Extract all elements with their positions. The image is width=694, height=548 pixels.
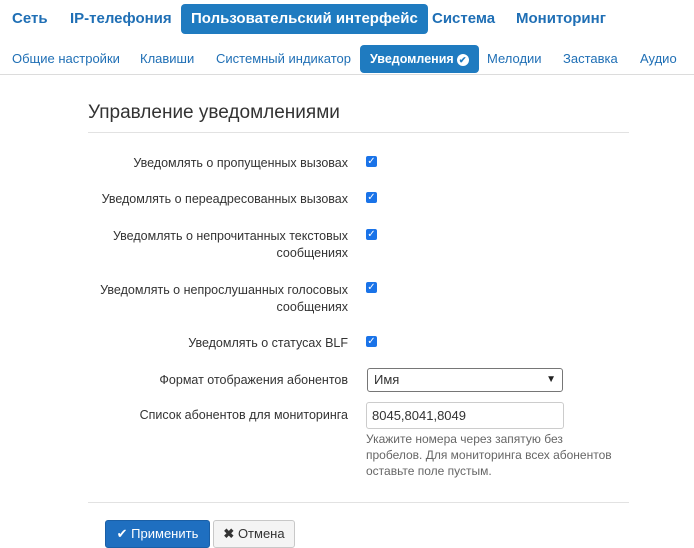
title-divider	[88, 132, 629, 133]
chevron-down-icon: ▼	[546, 374, 556, 385]
notify-missed-checkbox[interactable]: ✓	[366, 156, 377, 167]
notify-unheard-voice-checkbox[interactable]: ✓	[366, 282, 377, 293]
apply-button-label: Применить	[131, 526, 199, 541]
monitor-list-help-line2: пробелов. Для мониторинга всех абонентов	[366, 448, 612, 462]
notify-unread-sms-checkbox[interactable]: ✓	[366, 229, 377, 240]
cancel-button[interactable]: ✖ Отмена	[213, 520, 295, 548]
top-nav-system[interactable]: Система	[432, 4, 495, 34]
top-nav-ip-telephony[interactable]: IP-телефония	[70, 4, 172, 34]
apply-button[interactable]: ✔ Применить	[105, 520, 210, 548]
notify-unheard-voice-label-line2: сообщениях	[276, 300, 348, 314]
top-nav-monitoring[interactable]: Мониторинг	[516, 4, 606, 34]
form-divider	[88, 502, 629, 503]
monitor-list-help-line3: оставьте поле пустым.	[366, 464, 492, 478]
notify-forwarded-checkbox[interactable]: ✓	[366, 192, 377, 203]
display-format-value: Имя	[374, 372, 400, 387]
tab-notifications[interactable]: Уведомления ✔	[360, 45, 479, 73]
notify-blf-checkbox[interactable]: ✓	[366, 336, 377, 347]
sub-nav: Общие настройки Клавиши Системный индика…	[0, 44, 694, 75]
top-nav-network[interactable]: Сеть	[12, 4, 48, 34]
tab-system-indicator[interactable]: Системный индикатор	[216, 45, 351, 73]
close-icon: ✖	[223, 526, 235, 541]
notify-unread-sms-label-line1: Уведомлять о непрочитанных текстовых	[112, 229, 348, 243]
notify-unread-sms-label: Уведомлять о непрочитанных текстовых соо…	[113, 228, 348, 262]
monitor-list-label: Список абонентов для мониторинга	[139, 408, 348, 422]
monitor-list-input[interactable]: 8045,8041,8049	[366, 402, 564, 429]
check-icon: ✔	[116, 526, 128, 541]
monitor-list-help: Укажите номера через запятую без пробело…	[366, 431, 636, 479]
check-circle-icon: ✔	[456, 53, 469, 66]
notify-blf-label: Уведомлять о статусах BLF	[188, 336, 348, 350]
notify-unheard-voice-label-line1: Уведомлять о непрослушанных голосовых	[100, 283, 348, 297]
tab-screensaver[interactable]: Заставка	[563, 45, 618, 73]
notify-forwarded-label: Уведомлять о переадресованных вызовах	[101, 192, 348, 206]
tab-keys[interactable]: Клавиши	[140, 45, 194, 73]
cancel-button-label: Отмена	[237, 526, 285, 541]
display-format-select[interactable]: Имя ▼	[367, 368, 563, 392]
tab-general-settings[interactable]: Общие настройки	[12, 45, 120, 73]
display-format-label: Формат отображения абонентов	[159, 373, 348, 387]
top-nav-user-interface[interactable]: Пользовательский интерфейс	[181, 4, 428, 34]
monitor-list-help-line1: Укажите номера через запятую без	[366, 432, 563, 446]
tab-melodies[interactable]: Мелодии	[487, 45, 542, 73]
notify-missed-label: Уведомлять о пропущенных вызовах	[133, 156, 348, 170]
tab-notifications-label: Уведомления	[370, 52, 454, 66]
tab-audio[interactable]: Аудио	[640, 45, 677, 73]
page-title: Управление уведомлениями	[88, 102, 340, 123]
top-nav: Сеть IP-телефония Пользовательский интер…	[0, 4, 694, 34]
notify-unread-sms-label-line2: сообщениях	[276, 246, 348, 260]
notify-unheard-voice-label: Уведомлять о непрослушанных голосовых со…	[100, 282, 348, 316]
